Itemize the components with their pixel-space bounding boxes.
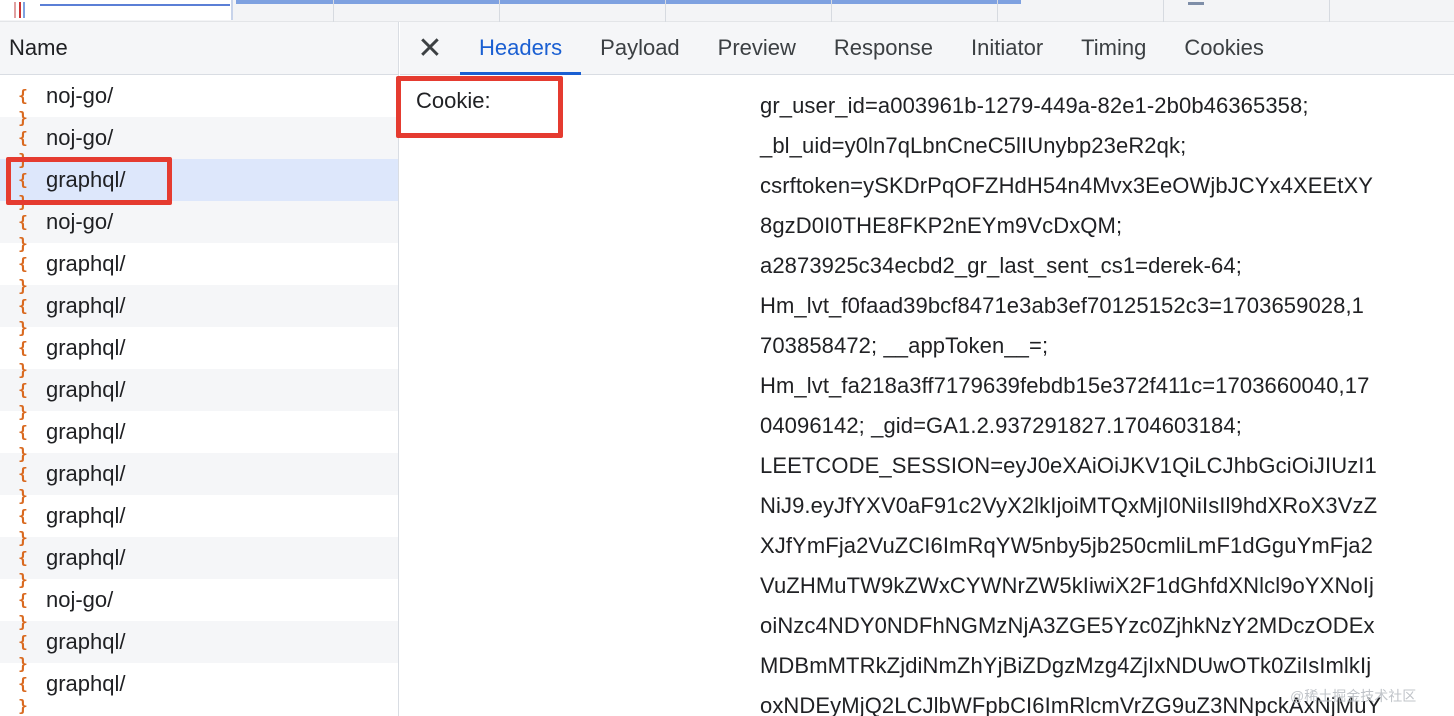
fetch-xhr-braces-icon: { } <box>18 632 28 673</box>
request-name: graphql/ <box>46 377 126 402</box>
request-name: noj-go/ <box>46 587 114 612</box>
cookie-value-line: a2873925c34ecbd2_gr_last_sent_cs1=derek-… <box>760 253 1242 278</box>
header-value-cookie: gr_user_id=a003961b-1279-449a-82e1-2b0b4… <box>760 86 1450 716</box>
request-name: graphql/ <box>46 293 126 318</box>
request-name: graphql/ <box>46 545 126 570</box>
close-icon[interactable]: ✕ <box>400 22 460 74</box>
request-row[interactable]: { } graphql/ <box>0 495 398 547</box>
tab-initiator[interactable]: Initiator <box>952 22 1062 74</box>
fetch-xhr-braces-icon: { } <box>18 296 28 337</box>
cookie-value-line: gr_user_id=a003961b-1279-449a-82e1-2b0b4… <box>760 93 1309 118</box>
tab-timing[interactable]: Timing <box>1062 22 1165 74</box>
fetch-xhr-braces-icon: { } <box>18 86 28 127</box>
request-name: graphql/ <box>46 503 126 528</box>
tab-headers[interactable]: Headers <box>460 22 582 75</box>
cookie-value-line: VuZHMuTW9kZWxCYWNrZW5kIiwiX2F1dGhfdXNlcl… <box>760 573 1374 598</box>
cookie-value-line: LEETCODE_SESSION=eyJ0eXAiOiJKV1QiLCJhbGc… <box>760 453 1377 478</box>
request-name: graphql/ <box>46 461 126 486</box>
fetch-xhr-braces-icon: { } <box>18 212 28 253</box>
detail-tabbar: ✕ Headers Payload Preview Response Initiator… <box>400 22 1454 75</box>
cookie-value-line: NiJ9.eyJfYXV0aF91c2VyX2lkIjoiMTQxMjI0NiI… <box>760 493 1378 518</box>
request-row[interactable]: { } graphql/ <box>0 537 398 589</box>
cookie-value-line: _bl_uid=y0ln7qLbnCneC5lIUnybp23eR2qk; <box>760 133 1187 158</box>
fetch-xhr-braces-icon: { } <box>18 254 28 295</box>
timeline-range-bar <box>236 0 1021 4</box>
request-row[interactable]: { } graphql/ <box>0 621 398 673</box>
tab-response[interactable]: Response <box>815 22 952 74</box>
fetch-xhr-braces-icon: { } <box>18 506 28 547</box>
request-row[interactable]: { } graphql/ <box>0 663 398 715</box>
tab-preview[interactable]: Preview <box>699 22 815 74</box>
timeline-marker <box>1188 2 1204 5</box>
cookie-value-line: 04096142; _gid=GA1.2.937291827.170460318… <box>760 413 1242 438</box>
cookie-value-line: csrftoken=ySKDrPqOFZHdH54n4Mvx3EeOWjbJCY… <box>760 173 1374 198</box>
cookie-value-line: 703858472; __appToken__=; <box>760 333 1049 358</box>
cookie-value-line: MDBmMTRkZjdiNmZhYjBiZDgzMzg4ZjIxNDUwOTk0… <box>760 653 1372 678</box>
cookie-value-line: oiNzc4NDY0NDFhNGMzNjA3ZGE5Yzc0ZjhkNzY2MD… <box>760 613 1375 638</box>
request-row[interactable]: { } graphql/ <box>0 453 398 505</box>
request-name: graphql/ <box>46 629 126 654</box>
request-name: graphql/ <box>46 335 126 360</box>
request-row[interactable]: { } noj-go/ <box>0 201 398 253</box>
request-name: graphql/ <box>46 671 126 696</box>
fetch-xhr-braces-icon: { } <box>18 128 28 169</box>
watermark: @稀土掘金技术社区 <box>1290 688 1417 704</box>
request-row[interactable]: { } graphql/ <box>0 369 398 421</box>
network-timeline-overview[interactable] <box>0 0 1454 22</box>
timeline-mini-graph <box>0 0 233 20</box>
tab-cookies[interactable]: Cookies <box>1165 22 1282 74</box>
fetch-xhr-braces-icon: { } <box>18 548 28 589</box>
request-row[interactable]: { } graphql/ <box>0 285 398 337</box>
cookie-value-line: Hm_lvt_fa218a3ff7179639febdb15e372f411c=… <box>760 373 1370 398</box>
request-row[interactable]: { } graphql/ <box>0 411 398 463</box>
request-row[interactable]: { } graphql/ <box>0 327 398 379</box>
request-name: noj-go/ <box>46 83 114 108</box>
request-row[interactable]: { } noj-go/ <box>0 75 398 127</box>
request-name: noj-go/ <box>46 125 114 150</box>
name-column-header[interactable]: Name <box>0 22 398 75</box>
fetch-xhr-braces-icon: { } <box>18 464 28 505</box>
request-name: graphql/ <box>46 419 126 444</box>
request-row[interactable]: { } graphql/ <box>0 243 398 295</box>
highlight-box-selected-request <box>6 157 172 205</box>
fetch-xhr-braces-icon: { } <box>18 380 28 421</box>
fetch-xhr-braces-icon: { } <box>18 422 28 463</box>
cookie-value-line: Hm_lvt_f0faad39bcf8471e3ab3ef70125152c3=… <box>760 293 1365 318</box>
name-column-header-label: Name <box>9 35 68 60</box>
fetch-xhr-braces-icon: { } <box>18 590 28 631</box>
request-row[interactable]: { } noj-go/ <box>0 117 398 169</box>
fetch-xhr-braces-icon: { } <box>18 338 28 379</box>
tab-payload[interactable]: Payload <box>581 22 699 74</box>
request-row[interactable]: { } noj-go/ <box>0 579 398 631</box>
request-list: Name { } noj-go/ { } noj-go/ { } graphql/ { } n… <box>0 22 399 716</box>
request-name: graphql/ <box>46 251 126 276</box>
fetch-xhr-braces-icon: { } <box>18 674 28 715</box>
highlight-box-cookie-label <box>396 76 563 138</box>
request-name: noj-go/ <box>46 209 114 234</box>
cookie-value-line: 8gzD0I0THE8FKP2nEYm9VcDxQM; <box>760 213 1123 238</box>
cookie-value-line: XJfYmFja2VuZCI6ImRqYW5nby5jb250cmliLmF1d… <box>760 533 1373 558</box>
